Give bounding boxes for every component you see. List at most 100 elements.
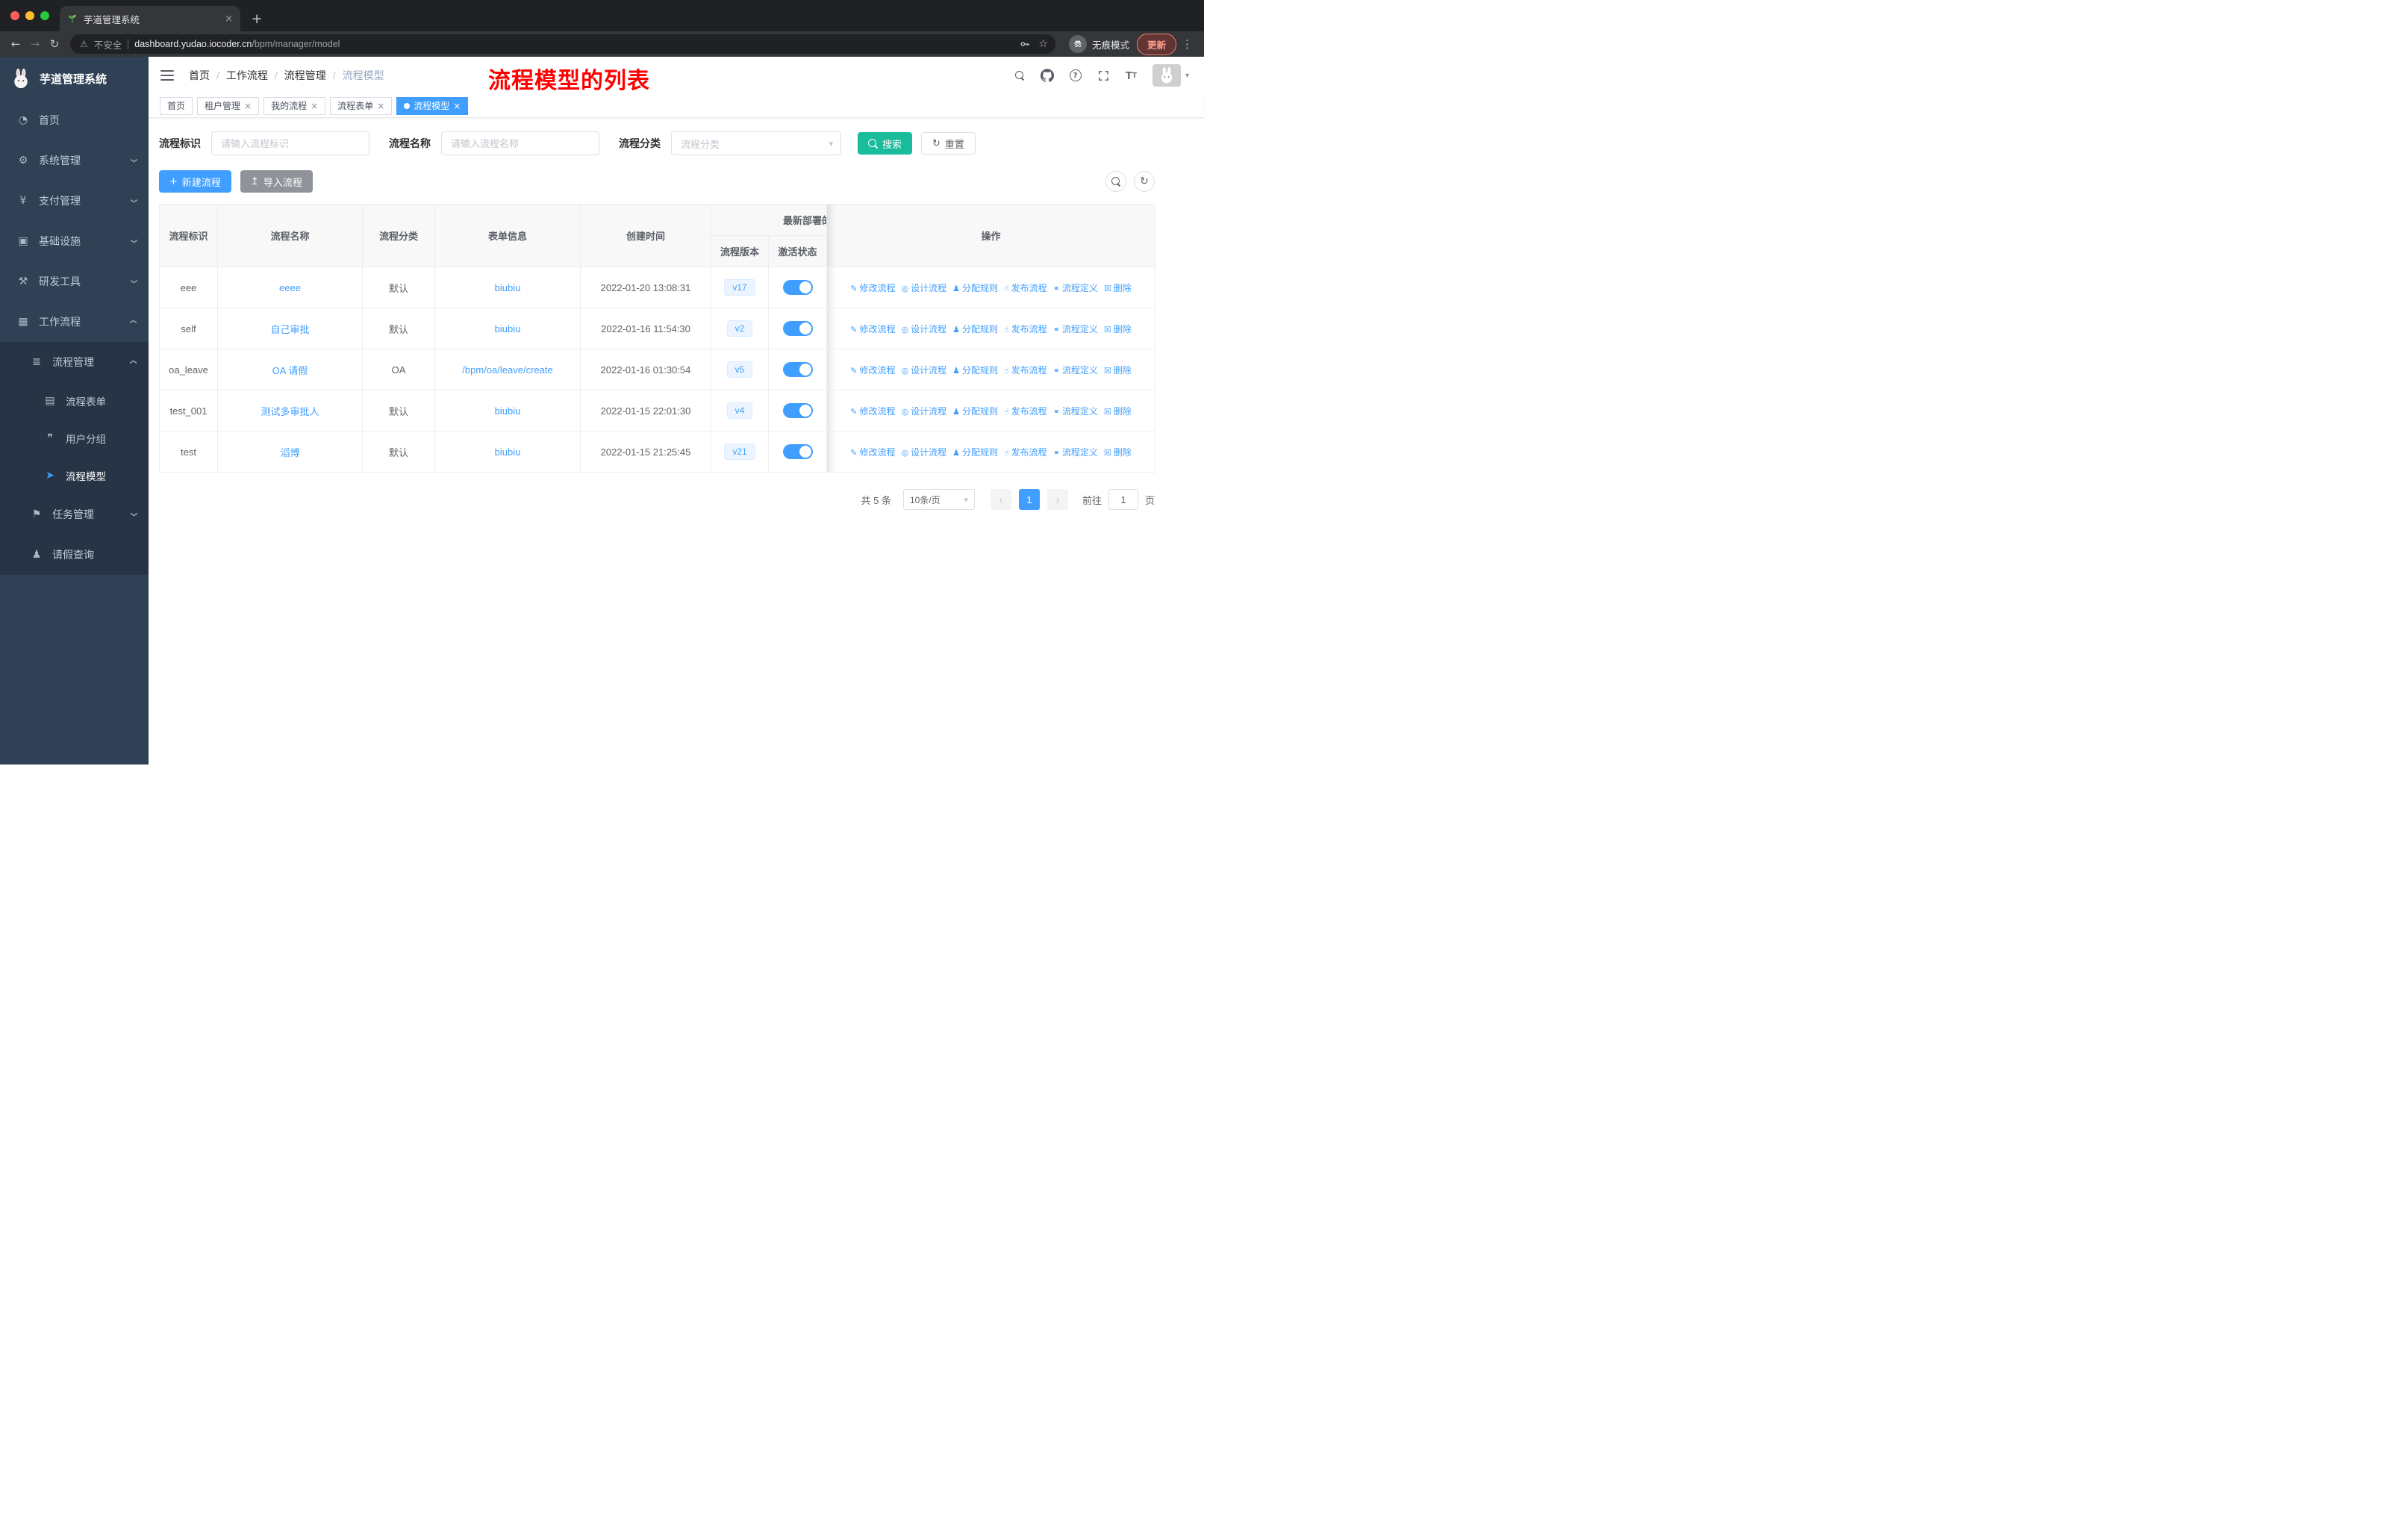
maximize-window-button[interactable] — [40, 11, 49, 20]
user-menu[interactable]: ▾ — [1152, 64, 1189, 87]
browser-tab[interactable]: 芋道管理系统 × — [60, 6, 240, 31]
page-size-select[interactable]: 10条/页 ▾ — [902, 489, 975, 510]
action-delete-link[interactable]: ☒ 删除 — [1104, 324, 1132, 334]
action-definition-link[interactable]: ⚭ 流程定义 — [1053, 447, 1098, 458]
create-process-button[interactable]: + 新建流程 — [159, 170, 231, 193]
back-button[interactable]: ← — [6, 34, 25, 54]
import-process-button[interactable]: ↥ 导入流程 — [240, 170, 313, 193]
action-edit-link[interactable]: ✎ 修改流程 — [850, 447, 895, 458]
reset-button[interactable]: ↻ 重置 — [921, 132, 976, 155]
action-edit-link[interactable]: ✎ 修改流程 — [850, 283, 895, 293]
action-assign-link[interactable]: ♟ 分配规则 — [952, 283, 998, 293]
sidebar-item-devtools[interactable]: ⚒ 研发工具 ❯ — [0, 261, 149, 302]
breadcrumb-process-mgmt[interactable]: 流程管理 — [284, 68, 326, 83]
github-icon[interactable] — [1040, 69, 1054, 82]
close-icon[interactable]: × — [244, 101, 252, 111]
new-tab-button[interactable]: + — [246, 8, 267, 29]
browser-menu-icon[interactable]: ⋮ — [1182, 37, 1193, 51]
action-delete-link[interactable]: ☒ 删除 — [1104, 365, 1132, 376]
sidebar-item-process-model[interactable]: ➤ 流程模型 — [0, 457, 149, 494]
action-edit-link[interactable]: ✎ 修改流程 — [850, 365, 895, 376]
bookmark-star-icon[interactable]: ☆ — [1038, 38, 1048, 50]
sidebar-item-workflow[interactable]: ▦ 工作流程 ❯ — [0, 302, 149, 342]
action-definition-link[interactable]: ⚭ 流程定义 — [1053, 406, 1098, 417]
action-delete-link[interactable]: ☒ 删除 — [1104, 447, 1132, 458]
action-definition-link[interactable]: ⚭ 流程定义 — [1053, 324, 1098, 334]
sidebar-item-payment[interactable]: ¥ 支付管理 ❯ — [0, 181, 149, 221]
action-publish-link[interactable]: ☝ 发布流程 — [1004, 447, 1047, 458]
form-link[interactable]: biubiu — [495, 405, 521, 417]
sidebar-item-leave-query[interactable]: ♟ 请假查询 — [0, 535, 149, 575]
process-id-input[interactable] — [211, 131, 369, 155]
sidebar-item-system[interactable]: ⚙ 系统管理 ❯ — [0, 140, 149, 181]
process-name-link[interactable]: eeee — [279, 282, 301, 293]
sidebar-item-process-mgmt[interactable]: ≣ 流程管理 ❯ — [0, 342, 149, 382]
goto-page-input[interactable] — [1108, 489, 1138, 510]
process-name-link[interactable]: 测试多审批人 — [261, 406, 319, 417]
form-link[interactable]: /bpm/oa/leave/create — [462, 364, 552, 376]
action-delete-link[interactable]: ☒ 删除 — [1104, 406, 1132, 417]
forward-button[interactable]: → — [25, 34, 45, 54]
sidebar-item-infra[interactable]: ▣ 基础设施 ❯ — [0, 221, 149, 261]
active-toggle[interactable] — [782, 403, 813, 418]
action-edit-link[interactable]: ✎ 修改流程 — [850, 406, 895, 417]
action-publish-link[interactable]: ☝ 发布流程 — [1004, 365, 1047, 376]
form-link[interactable]: biubiu — [495, 323, 521, 334]
close-window-button[interactable] — [10, 11, 19, 20]
action-assign-link[interactable]: ♟ 分配规则 — [952, 324, 998, 334]
action-assign-link[interactable]: ♟ 分配规则 — [952, 447, 998, 458]
action-design-link[interactable]: ◎ 设计流程 — [901, 406, 946, 417]
process-name-link[interactable]: OA 请假 — [272, 365, 308, 376]
action-assign-link[interactable]: ♟ 分配规则 — [952, 365, 998, 376]
active-toggle[interactable] — [782, 321, 813, 336]
tag-my-process[interactable]: 我的流程 × — [263, 96, 326, 115]
sidebar-item-task-mgmt[interactable]: ⚑ 任务管理 ❯ — [0, 494, 149, 535]
help-icon[interactable]: ? — [1069, 69, 1082, 81]
refresh-table-button[interactable]: ↻ — [1134, 171, 1155, 192]
active-toggle[interactable] — [782, 362, 813, 377]
reload-button[interactable]: ↻ — [45, 34, 64, 54]
action-definition-link[interactable]: ⚭ 流程定义 — [1053, 283, 1098, 293]
form-link[interactable]: biubiu — [495, 446, 521, 458]
action-definition-link[interactable]: ⚭ 流程定义 — [1053, 365, 1098, 376]
tag-tenant[interactable]: 租户管理 × — [197, 96, 260, 115]
action-design-link[interactable]: ◎ 设计流程 — [901, 365, 946, 376]
sidebar-item-home[interactable]: ◔ 首页 — [0, 100, 149, 140]
active-toggle[interactable] — [782, 280, 813, 295]
action-design-link[interactable]: ◎ 设计流程 — [901, 283, 946, 293]
tag-process-model[interactable]: 流程模型 × — [396, 96, 469, 115]
toggle-search-button[interactable] — [1105, 171, 1126, 192]
minimize-window-button[interactable] — [25, 11, 34, 20]
form-link[interactable]: biubiu — [495, 282, 521, 293]
sidebar-item-process-form[interactable]: ▤ 流程表单 — [0, 382, 149, 420]
search-button[interactable]: 搜索 — [858, 132, 913, 155]
action-publish-link[interactable]: ☝ 发布流程 — [1004, 324, 1047, 334]
sidebar-item-user-group[interactable]: ❞ 用户分组 — [0, 420, 149, 457]
category-select[interactable]: 流程分类 ▾ — [671, 131, 841, 155]
password-key-icon[interactable] — [1019, 38, 1031, 50]
action-publish-link[interactable]: ☝ 发布流程 — [1004, 406, 1047, 417]
action-assign-link[interactable]: ♟ 分配规则 — [952, 406, 998, 417]
sidebar-collapse-button[interactable] — [160, 70, 174, 81]
font-size-icon[interactable]: TT — [1126, 69, 1137, 82]
action-design-link[interactable]: ◎ 设计流程 — [901, 447, 946, 458]
action-design-link[interactable]: ◎ 设计流程 — [901, 324, 946, 334]
close-icon[interactable]: × — [453, 101, 461, 111]
tag-process-form[interactable]: 流程表单 × — [330, 96, 393, 115]
process-name-link[interactable]: 自己审批 — [270, 324, 309, 335]
tag-home[interactable]: 首页 — [160, 96, 193, 115]
security-label[interactable]: 不安全 — [94, 37, 122, 52]
action-edit-link[interactable]: ✎ 修改流程 — [850, 324, 895, 334]
process-name-link[interactable]: 滔博 — [280, 447, 299, 458]
active-toggle[interactable] — [782, 444, 813, 459]
process-name-input[interactable] — [441, 131, 599, 155]
url-bar[interactable]: ⚠ 不安全 dashboard.yudao.iocoder.cn/bpm/man… — [70, 34, 1055, 54]
tab-close-icon[interactable]: × — [225, 13, 233, 25]
action-delete-link[interactable]: ☒ 删除 — [1104, 283, 1132, 293]
close-icon[interactable]: × — [311, 101, 318, 111]
current-page-button[interactable]: 1 — [1018, 489, 1040, 510]
close-icon[interactable]: × — [377, 101, 384, 111]
breadcrumb-workflow[interactable]: 工作流程 — [226, 68, 268, 83]
breadcrumb-home[interactable]: 首页 — [189, 68, 210, 83]
action-publish-link[interactable]: ☝ 发布流程 — [1004, 283, 1047, 293]
